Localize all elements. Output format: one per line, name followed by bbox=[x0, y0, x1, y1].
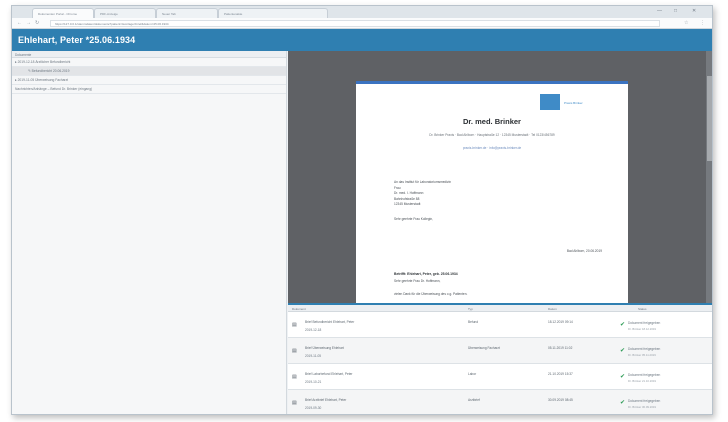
tree-header: Dokumente bbox=[12, 51, 286, 58]
document-status-sub: Dr. Brinker 18.12.2019 bbox=[628, 327, 656, 331]
document-date: 21.10.2019 15:37 bbox=[548, 372, 573, 376]
table-row[interactable]: ▤ Brief Laborbefund Ehlehart, Peter 2019… bbox=[288, 364, 712, 390]
document-status-sub: Dr. Brinker 21.10.2019 bbox=[628, 379, 656, 383]
document-type: Labor bbox=[468, 372, 477, 376]
table-row[interactable]: ▤ Brief Überweisung Ehlehart 2019-11-05 … bbox=[288, 338, 712, 364]
doctor-name: Dr. med. Brinker bbox=[463, 117, 521, 126]
document-sub: 2019-12-18 bbox=[305, 328, 322, 332]
address-bar: ← → ↻ https://127.0.0.1/stammdaten/dokum… bbox=[12, 18, 712, 29]
document-sub: 2019-11-05 bbox=[305, 354, 322, 358]
document-sub: 2019-09-30 bbox=[305, 406, 322, 410]
logo-text: Praxis Brinker bbox=[564, 101, 583, 105]
salutation: Sehr geehrte Frau Kollegin, bbox=[394, 217, 433, 221]
document-tree-panel: Dokumente ▸ 2019-12-18 Ärztlicher Befund… bbox=[12, 51, 287, 414]
tree-item-selected[interactable]: ✎ Befundbericht 20.06.2019 bbox=[12, 67, 286, 76]
document-icon: ▤ bbox=[292, 374, 297, 380]
document-status: Dokument freigegeben bbox=[628, 399, 661, 403]
document-icon: ▤ bbox=[292, 322, 297, 328]
document-date: 05.11.2019 11:02 bbox=[548, 346, 573, 350]
browser-tab-2[interactable]: PDF-Anzeige bbox=[94, 8, 156, 18]
column-header-type[interactable]: Typ bbox=[468, 307, 473, 311]
letter-body: vielen Dank für die Überweisung des o.g.… bbox=[394, 292, 468, 296]
browser-window: Dokumenten Portal - Chrome PDF-Anzeige N… bbox=[11, 5, 713, 415]
practice-logo-icon bbox=[540, 94, 560, 110]
back-icon[interactable]: ← bbox=[17, 21, 22, 26]
reload-icon[interactable]: ↻ bbox=[35, 21, 39, 26]
browser-tab-1[interactable]: Dokumenten Portal - Chrome bbox=[32, 8, 94, 18]
maximize-icon[interactable]: □ bbox=[674, 8, 677, 14]
document-status-sub: Dr. Brinker 05.11.2019 bbox=[628, 353, 656, 357]
document-name: Brief Befundbericht Ehlehart, Peter bbox=[305, 320, 355, 324]
document-date: 30.09.2019 08:45 bbox=[548, 398, 573, 402]
document-name: Brief Überweisung Ehlehart bbox=[305, 346, 344, 350]
table-row[interactable]: ▤ Brief Arztbrief Ehlehart, Peter 2019-0… bbox=[288, 390, 712, 414]
document-date: 18.12.2019 09:14 bbox=[548, 320, 573, 324]
close-icon[interactable]: ✕ bbox=[692, 8, 696, 14]
minimize-icon[interactable]: — bbox=[657, 8, 662, 14]
letter-page: Praxis Brinker Dr. med. Brinker Dr. Brin… bbox=[356, 81, 628, 306]
table-row[interactable]: ▤ Brief Befundbericht Ehlehart, Peter 20… bbox=[288, 312, 712, 338]
patient-title: Ehlehart, Peter *25.06.1934 bbox=[18, 35, 136, 45]
menu-icon[interactable]: ⋮ bbox=[700, 21, 705, 26]
document-status: Dokument freigegeben bbox=[628, 321, 661, 325]
letter-subject: Betrifft: Ehlehart, Peter, geb. 25.06.19… bbox=[394, 272, 458, 276]
viewer-scrollbar[interactable] bbox=[706, 51, 712, 303]
document-type: Befund bbox=[468, 320, 479, 324]
document-status: Dokument freigegeben bbox=[628, 347, 661, 351]
letter-greeting: Sehr geehrte Frau Dr. Hoffmann, bbox=[394, 279, 441, 283]
document-sub: 2019-10-21 bbox=[305, 380, 322, 384]
document-type: Arztbrief bbox=[468, 398, 480, 402]
practice-link[interactable]: praxis-brinker.de · info@praxis-brinker.… bbox=[356, 146, 628, 150]
forward-icon[interactable]: → bbox=[26, 21, 31, 26]
recipient-line: 12345 Musterstadt bbox=[394, 202, 421, 206]
recipient-line: An das Institut für Laboratoriumsmedizin bbox=[394, 180, 452, 184]
document-icon: ▤ bbox=[292, 348, 297, 354]
url-input[interactable]: https://127.0.0.1/stammdaten/dokumente?p… bbox=[50, 20, 660, 27]
documents-table: Dokument Typ Datum Status ▤ Brief Befund… bbox=[288, 303, 712, 414]
document-name: Brief Arztbrief Ehlehart, Peter bbox=[305, 398, 347, 402]
tree-item[interactable]: ▸ 2019-12-18 Ärztlicher Befundbericht bbox=[12, 58, 286, 67]
place-date: Bad Ahlborn, 20.06.2019 bbox=[566, 249, 602, 253]
browser-tab-3[interactable]: Neuer Tab bbox=[156, 8, 218, 18]
tree-item[interactable]: Nachrichten/Anhänge – Befund Dr. Brinker… bbox=[12, 85, 286, 94]
document-status: Dokument freigegeben bbox=[628, 373, 661, 377]
document-viewer: Praxis Brinker Dr. med. Brinker Dr. Brin… bbox=[288, 51, 712, 414]
checkmark-icon: ✔ bbox=[620, 374, 626, 380]
column-header-document[interactable]: Dokument bbox=[292, 307, 306, 311]
bookmark-star-icon[interactable]: ☆ bbox=[684, 21, 688, 26]
patient-header: Ehlehart, Peter *25.06.1934 bbox=[12, 29, 712, 51]
checkmark-icon: ✔ bbox=[620, 400, 626, 406]
browser-tab-4[interactable]: Patientenakte bbox=[218, 8, 328, 18]
table-header: Dokument Typ Datum Status bbox=[288, 305, 712, 312]
practice-address: Dr. Brinker Praxis · Bad Ahlborn · Haupt… bbox=[429, 133, 555, 137]
column-header-date[interactable]: Datum bbox=[548, 307, 557, 311]
recipient-block: An das Institut für Laboratoriumsmedizin… bbox=[394, 180, 451, 208]
tree-item[interactable]: ▸ 2019-11-05 Überweisung Facharzt bbox=[12, 76, 286, 85]
document-status-sub: Dr. Brinker 30.09.2019 bbox=[628, 405, 656, 409]
checkmark-icon: ✔ bbox=[620, 322, 626, 328]
scrollbar-thumb[interactable] bbox=[707, 76, 712, 161]
document-type: Überweisung Facharzt bbox=[468, 346, 500, 350]
tab-bar: Dokumenten Portal - Chrome PDF-Anzeige N… bbox=[12, 6, 712, 18]
column-header-status[interactable]: Status bbox=[638, 307, 647, 311]
document-name: Brief Laborbefund Ehlehart, Peter bbox=[305, 372, 353, 376]
checkmark-icon: ✔ bbox=[620, 348, 626, 354]
document-icon: ▤ bbox=[292, 400, 297, 406]
